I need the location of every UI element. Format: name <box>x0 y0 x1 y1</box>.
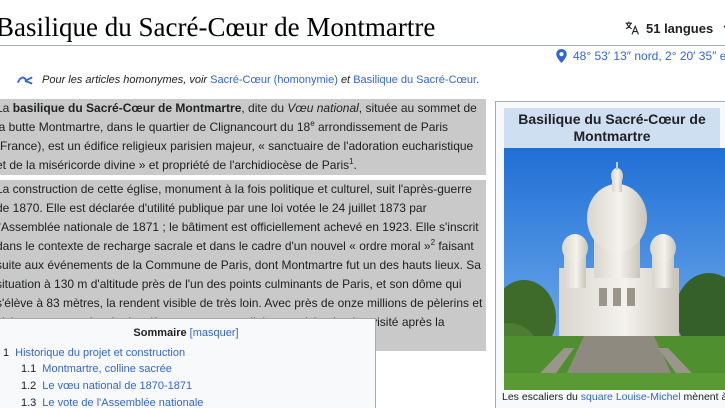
infobox-title: Basilique du Sacré-Cœur de Montmartre <box>504 108 720 148</box>
languages-label: 51 langues <box>646 20 714 36</box>
coordinates-link[interactable]: 48° 53′ 13″ nord, 2° 20′ 35″ est <box>573 49 725 63</box>
basilica-photo[interactable] <box>504 148 725 390</box>
toc-header: Sommaire [masquer] <box>0 327 375 339</box>
toc-item[interactable]: 1.3 Le vote de l'Assemblée nationale <box>21 397 203 408</box>
table-of-contents: Sommaire [masquer] 1 Historique du projet… <box>0 318 376 408</box>
languages-button[interactable]: 51 langues <box>624 17 725 39</box>
infobox: Basilique du Sacré-Cœur de Montmartre Le… <box>495 101 725 408</box>
intro-paragraph-1: La basilique du Sacré-Cœur de Montmartre… <box>0 99 486 175</box>
map-pin-icon <box>556 49 567 63</box>
toc-item[interactable]: 1.1 Montmartre, colline sacrée <box>21 363 172 375</box>
toc-item[interactable]: 1 Historique du projet et construction <box>3 347 185 359</box>
page-title: Basilique du Sacré-Cœur de Montmartre <box>0 12 436 42</box>
hatnote: Pour les articles homonymes, voir Sacré-… <box>16 74 480 86</box>
toc-item[interactable]: 1.2 Le vœu national de 1870-1871 <box>21 380 192 392</box>
toc-title: Sommaire <box>133 327 187 339</box>
disambiguation-icon <box>16 76 33 85</box>
title-divider <box>0 45 725 46</box>
hatnote-link-basilique[interactable]: Basilique du Sacré-Cœur <box>353 74 477 86</box>
caption-link-square-louise-michel[interactable]: square Louise-Michel <box>581 391 681 403</box>
hatnote-joiner: et <box>340 74 351 86</box>
translate-icon <box>625 21 639 35</box>
hatnote-link-homonymie[interactable]: Sacré-Cœur (homonymie) <box>210 74 338 86</box>
coordinates[interactable]: 48° 53′ 13″ nord, 2° 20′ 35″ est <box>556 49 725 63</box>
infobox-caption: Les escaliers du square Louise-Michel mè… <box>502 391 725 403</box>
hatnote-prefix: Pour les articles homonymes, voir <box>42 74 208 86</box>
toc-toggle-button[interactable]: [masquer] <box>190 327 239 339</box>
